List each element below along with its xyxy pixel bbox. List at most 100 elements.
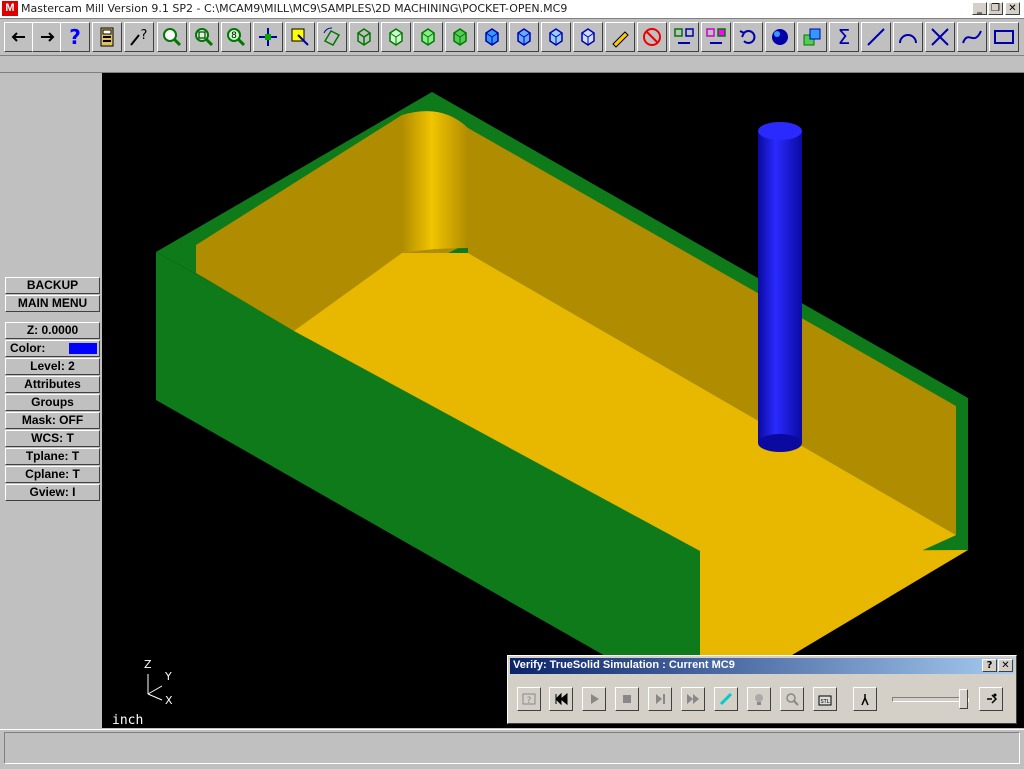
pan-icon [259, 28, 277, 46]
query-button[interactable]: ? [124, 22, 154, 52]
cube-side-icon [453, 28, 467, 46]
inspect-icon [786, 693, 799, 706]
zoom-fit-button[interactable] [189, 22, 219, 52]
speed-fast-button[interactable] [979, 687, 1003, 711]
restore-button[interactable]: ❐ [988, 2, 1003, 15]
pan-button[interactable] [253, 22, 283, 52]
axis-z-label: Z [144, 658, 152, 671]
part-render [156, 92, 968, 710]
inspect-button[interactable] [780, 687, 804, 711]
cplane-button[interactable]: Cplane: T [5, 466, 100, 483]
rewind-icon [555, 692, 568, 706]
speed-slider-track[interactable] [892, 697, 969, 702]
backup-button[interactable]: BACKUP [5, 277, 100, 294]
stop-button[interactable] [615, 687, 639, 711]
cube-blue-3-icon [549, 28, 563, 46]
xform-mirror-icon [706, 28, 726, 44]
pencil-icon [612, 31, 629, 48]
play-button[interactable] [582, 687, 606, 711]
arrow-right-icon [41, 32, 55, 42]
svg-text:8: 8 [231, 31, 237, 41]
gview-button[interactable]: Gview: I [5, 484, 100, 501]
calculator-button[interactable] [92, 22, 122, 52]
cutter-button[interactable] [714, 687, 738, 711]
zoom-8-button[interactable]: 8 [221, 22, 251, 52]
fast-forward-icon [687, 694, 699, 704]
pencil-button[interactable] [605, 22, 635, 52]
zoom-window-button[interactable] [157, 22, 187, 52]
xform-mirror-button[interactable] [701, 22, 731, 52]
close-button[interactable]: ✕ [1005, 2, 1020, 15]
main-menu-button[interactable]: MAIN MENU [5, 295, 100, 312]
verify-title-bar[interactable]: Verify: TrueSolid Simulation : Current M… [510, 658, 1014, 674]
solids-button[interactable] [797, 22, 827, 52]
select-edit-button[interactable] [285, 22, 315, 52]
speed-fast-icon [987, 693, 998, 704]
spline-button[interactable] [957, 22, 987, 52]
step-button[interactable] [648, 687, 672, 711]
arc-button[interactable] [893, 22, 923, 52]
fast-forward-button[interactable] [681, 687, 705, 711]
cube-wire-icon [357, 28, 371, 46]
lightbulb-icon [755, 694, 763, 705]
tplane-button[interactable]: Tplane: T [5, 448, 100, 465]
cube-blue-3-button[interactable] [541, 22, 571, 52]
cube-top-icon [389, 28, 403, 46]
minimize-button[interactable]: _ [972, 2, 987, 15]
cutting-tool-tip [758, 434, 802, 452]
mask-button[interactable]: Mask: OFF [5, 412, 100, 429]
lightbulb-button[interactable] [747, 687, 771, 711]
z-depth-button[interactable]: Z: 0.0000 [5, 322, 100, 339]
undo-icon [739, 30, 756, 44]
play-icon [591, 694, 599, 704]
rectangle-button[interactable] [989, 22, 1019, 52]
arrow-left-button[interactable] [4, 22, 34, 52]
level-button[interactable]: Level: 2 [5, 358, 100, 375]
axis-y-label: Y [165, 670, 172, 683]
options-button[interactable]: ? [517, 687, 541, 711]
verify-help-button[interactable]: ? [982, 659, 997, 672]
speed-slow-button[interactable] [853, 687, 877, 711]
no-delete-button[interactable] [637, 22, 667, 52]
title-bar: M Mastercam Mill Version 9.1 SP2 - C:\MC… [0, 0, 1024, 19]
select-edit-icon [291, 28, 309, 46]
verify-close-button[interactable]: ✕ [998, 659, 1013, 672]
cutting-tool-top [758, 122, 802, 140]
sigma-button[interactable]: Σ [829, 22, 859, 52]
trim-button[interactable] [925, 22, 955, 52]
cube-front-button[interactable] [413, 22, 443, 52]
color-swatch: 9 [69, 343, 97, 354]
wcs-button[interactable]: WCS: T [5, 430, 100, 447]
shade-sphere-icon [772, 29, 788, 45]
cutting-tool-body [758, 131, 802, 443]
svg-text:?: ? [141, 28, 148, 43]
app-icon: M [2, 1, 18, 16]
line-icon [867, 28, 885, 46]
cube-iso-blue-icon [485, 28, 499, 46]
zoom-8-icon: 8 [227, 28, 246, 47]
xform-translate-button[interactable] [669, 22, 699, 52]
arrow-right-button[interactable] [32, 22, 62, 52]
rewind-button[interactable] [549, 687, 573, 711]
attributes-button[interactable]: Attributes [5, 376, 100, 393]
stl-button[interactable]: STL [813, 687, 837, 711]
graphics-viewport[interactable] [102, 73, 1024, 728]
shade-sphere-button[interactable] [765, 22, 795, 52]
cutter-icon [719, 692, 733, 706]
color-button[interactable]: Color: 9 [5, 340, 100, 357]
speed-slider-thumb[interactable] [959, 689, 969, 709]
cube-iso-blue-button[interactable] [477, 22, 507, 52]
cube-side-button[interactable] [445, 22, 475, 52]
rotate-button[interactable] [317, 22, 347, 52]
help-button[interactable]: ? [60, 22, 90, 52]
undo-button[interactable] [733, 22, 763, 52]
cube-front-icon [421, 28, 435, 46]
cube-blue-4-button[interactable] [573, 22, 603, 52]
cube-wire-button[interactable] [349, 22, 379, 52]
groups-button[interactable]: Groups [5, 394, 100, 411]
xform-translate-icon [674, 28, 694, 44]
cube-top-button[interactable] [381, 22, 411, 52]
cube-blue-2-button[interactable] [509, 22, 539, 52]
arrow-left-icon [11, 32, 25, 42]
line-button[interactable] [861, 22, 891, 52]
